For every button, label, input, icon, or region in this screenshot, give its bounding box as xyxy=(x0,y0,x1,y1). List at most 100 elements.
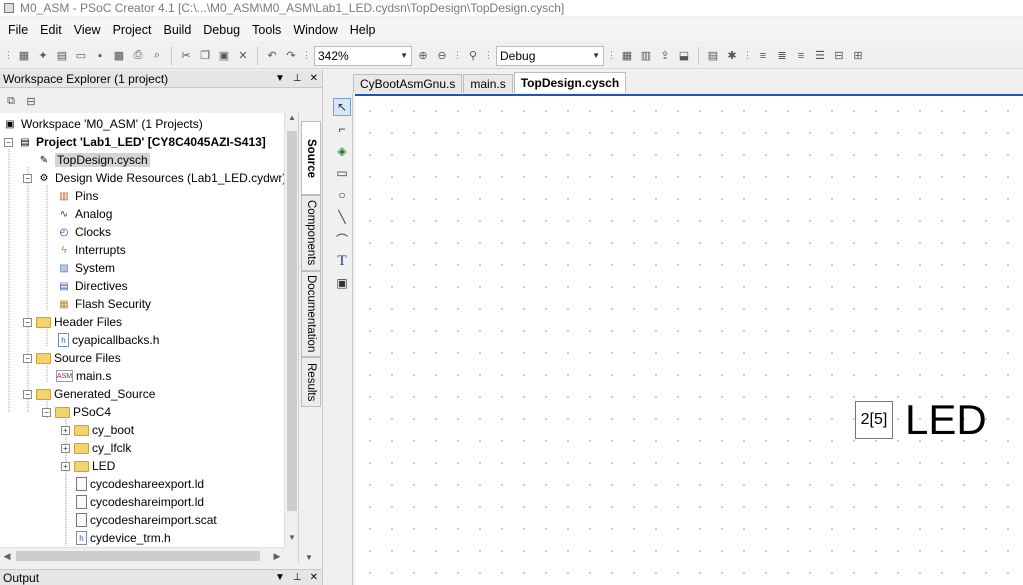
expand-icon[interactable]: + xyxy=(61,443,70,453)
open-folder-icon[interactable]: ▭ xyxy=(73,48,89,64)
tab-results[interactable]: Results xyxy=(301,357,321,407)
expand-icon[interactable]: + xyxy=(61,425,70,435)
align-left-icon[interactable]: ≡ xyxy=(755,48,771,64)
scroll-up-icon[interactable]: ▲ xyxy=(285,113,299,127)
align-bottom-icon[interactable]: ⊞ xyxy=(850,48,866,64)
tree-item-header-files[interactable]: − Header Files xyxy=(23,313,122,331)
menu-edit[interactable]: Edit xyxy=(34,23,68,37)
tree-item-cy-lfclk[interactable]: + cy_lfclk xyxy=(61,439,131,457)
pin-icon[interactable]: ⊥ xyxy=(293,572,302,583)
arc-tool-icon[interactable]: ⌒ xyxy=(333,230,351,248)
scroll-right-icon[interactable]: ▶ xyxy=(270,548,284,564)
wire-tool-icon[interactable]: ⌐ xyxy=(333,120,351,138)
scroll-thumb[interactable] xyxy=(287,131,297,511)
find-icon[interactable]: ⚲ xyxy=(465,48,481,64)
tree-item-cycodeshareimport-ld[interactable]: cycodeshareimport.ld xyxy=(76,493,204,511)
expand-icon[interactable]: + xyxy=(61,461,70,471)
paste-icon[interactable]: ▣ xyxy=(216,48,232,64)
text-tool-icon[interactable]: T xyxy=(333,252,351,270)
add-item-icon[interactable]: ▤ xyxy=(54,48,70,64)
scroll-down-icon[interactable]: ▼ xyxy=(285,533,299,547)
delete-icon[interactable]: ✕ xyxy=(235,48,251,64)
toolbar-grip[interactable]: ⋮ xyxy=(302,50,311,61)
tree-item-cy-boot[interactable]: + cy_boot xyxy=(61,421,134,439)
tree-item-cycodeshareimport-scat[interactable]: cycodeshareimport.scat xyxy=(76,511,217,529)
select-pointer-icon[interactable]: ↖ xyxy=(333,98,351,116)
image-tool-icon[interactable]: ▣ xyxy=(333,274,351,292)
zoom-out-icon[interactable]: ⊖ xyxy=(434,48,450,64)
tree-item-main-s[interactable]: ASM main.s xyxy=(56,367,111,385)
menu-help[interactable]: Help xyxy=(344,23,382,37)
undo-icon[interactable]: ↶ xyxy=(264,48,280,64)
collapse-icon[interactable]: − xyxy=(23,353,32,363)
collapse-icon[interactable]: − xyxy=(23,389,32,399)
program-icon[interactable]: ⇪ xyxy=(657,48,673,64)
chip-icon[interactable]: ▤ xyxy=(705,48,721,64)
tree-item-cyapicallbacks[interactable]: h cyapicallbacks.h xyxy=(58,331,159,349)
tree-item-source-files[interactable]: − Source Files xyxy=(23,349,121,367)
tree-item-psoc4[interactable]: − PSoC4 xyxy=(42,403,111,421)
align-middle-icon[interactable]: ⊟ xyxy=(831,48,847,64)
new-project-icon[interactable]: ▦ xyxy=(16,48,32,64)
tree-item-directives[interactable]: ▤ Directives xyxy=(56,277,127,295)
deploy-icon[interactable]: ⬓ xyxy=(676,48,692,64)
align-top-icon[interactable]: ☰ xyxy=(812,48,828,64)
debug-bug-icon[interactable]: ✱ xyxy=(724,48,740,64)
menu-tools[interactable]: Tools xyxy=(246,23,287,37)
tab-topdesign[interactable]: TopDesign.cysch xyxy=(513,72,627,93)
tree-vertical-scrollbar[interactable]: ▲ ▼ xyxy=(284,113,298,547)
tree-item-workspace[interactable]: ▣ Workspace 'M0_ASM' (1 Projects) xyxy=(2,115,202,133)
tab-documentation[interactable]: Documentation xyxy=(301,271,321,357)
menu-project[interactable]: Project xyxy=(107,23,158,37)
close-icon[interactable]: ✕ xyxy=(310,73,318,84)
tree-item-system[interactable]: ▨ System xyxy=(56,259,115,277)
print-preview-icon[interactable]: ⌕ xyxy=(149,48,165,64)
close-icon[interactable]: ✕ xyxy=(310,572,318,583)
chevron-down-icon[interactable]: ▼ xyxy=(275,572,285,583)
build-icon[interactable]: ▦ xyxy=(619,48,635,64)
zoom-select[interactable]: 342% ▼ xyxy=(314,45,412,66)
align-center-icon[interactable]: ≣ xyxy=(774,48,790,64)
collapse-icon[interactable]: − xyxy=(23,317,32,327)
tab-components[interactable]: Components xyxy=(301,195,321,271)
print-icon[interactable]: ⎙ xyxy=(130,48,146,64)
toolbar-grip[interactable]: ⋮ xyxy=(743,50,752,61)
toolbar-grip[interactable]: ⋮ xyxy=(453,50,462,61)
tab-source[interactable]: Source xyxy=(301,121,321,195)
toolbar-grip[interactable]: ⋮ xyxy=(484,50,493,61)
component-tool-icon[interactable]: ◈ xyxy=(333,142,351,160)
toolbar-grip[interactable]: ⋮ xyxy=(607,50,616,61)
chevron-down-icon[interactable]: ▼ xyxy=(305,553,313,562)
tree-item-cycodeshareexport[interactable]: cycodeshareexport.ld xyxy=(76,475,204,493)
tree-item-pins[interactable]: ▥ Pins xyxy=(56,187,98,205)
rectangle-tool-icon[interactable]: ▭ xyxy=(333,164,351,182)
line-tool-icon[interactable]: ╲ xyxy=(333,208,351,226)
toolbar-grip[interactable]: ⋮ xyxy=(4,50,13,61)
collapse-icon[interactable]: − xyxy=(42,407,51,417)
tab-cybootasmgnu[interactable]: CyBootAsmGnu.s xyxy=(353,74,463,93)
tree-item-analog[interactable]: ∿ Analog xyxy=(56,205,113,223)
tab-main-s[interactable]: main.s xyxy=(463,74,513,93)
menu-window[interactable]: Window xyxy=(287,23,343,37)
menu-file[interactable]: File xyxy=(2,23,34,37)
copy-icon[interactable]: ❐ xyxy=(197,48,213,64)
tree-item-project[interactable]: − ▤ Project 'Lab1_LED' [CY8C4045AZI-S413… xyxy=(4,133,266,151)
cut-icon[interactable]: ✂ xyxy=(178,48,194,64)
redo-icon[interactable]: ↷ xyxy=(283,48,299,64)
clean-icon[interactable]: ▥ xyxy=(638,48,654,64)
save-all-icon[interactable]: ▩ xyxy=(111,48,127,64)
tree-item-topdesign[interactable]: ✎ TopDesign.cysch xyxy=(36,151,150,169)
collapse-icon[interactable]: − xyxy=(4,137,13,147)
collapse-icon[interactable]: − xyxy=(23,173,32,183)
ellipse-tool-icon[interactable]: ○ xyxy=(333,186,351,204)
menu-build[interactable]: Build xyxy=(157,23,197,37)
build-config-select[interactable]: Debug ▼ xyxy=(496,45,604,66)
menu-debug[interactable]: Debug xyxy=(197,23,246,37)
collapse-all-icon[interactable]: ⊟ xyxy=(23,93,39,109)
menu-view[interactable]: View xyxy=(68,23,107,37)
scroll-left-icon[interactable]: ◀ xyxy=(0,548,14,564)
tree-item-led-folder[interactable]: + LED xyxy=(61,457,115,475)
tree-item-flash-security[interactable]: ▦ Flash Security xyxy=(56,295,151,313)
tree-item-design-wide-resources[interactable]: − ⚙ Design Wide Resources (Lab1_LED.cydw… xyxy=(23,169,286,187)
scroll-thumb[interactable] xyxy=(16,551,260,561)
